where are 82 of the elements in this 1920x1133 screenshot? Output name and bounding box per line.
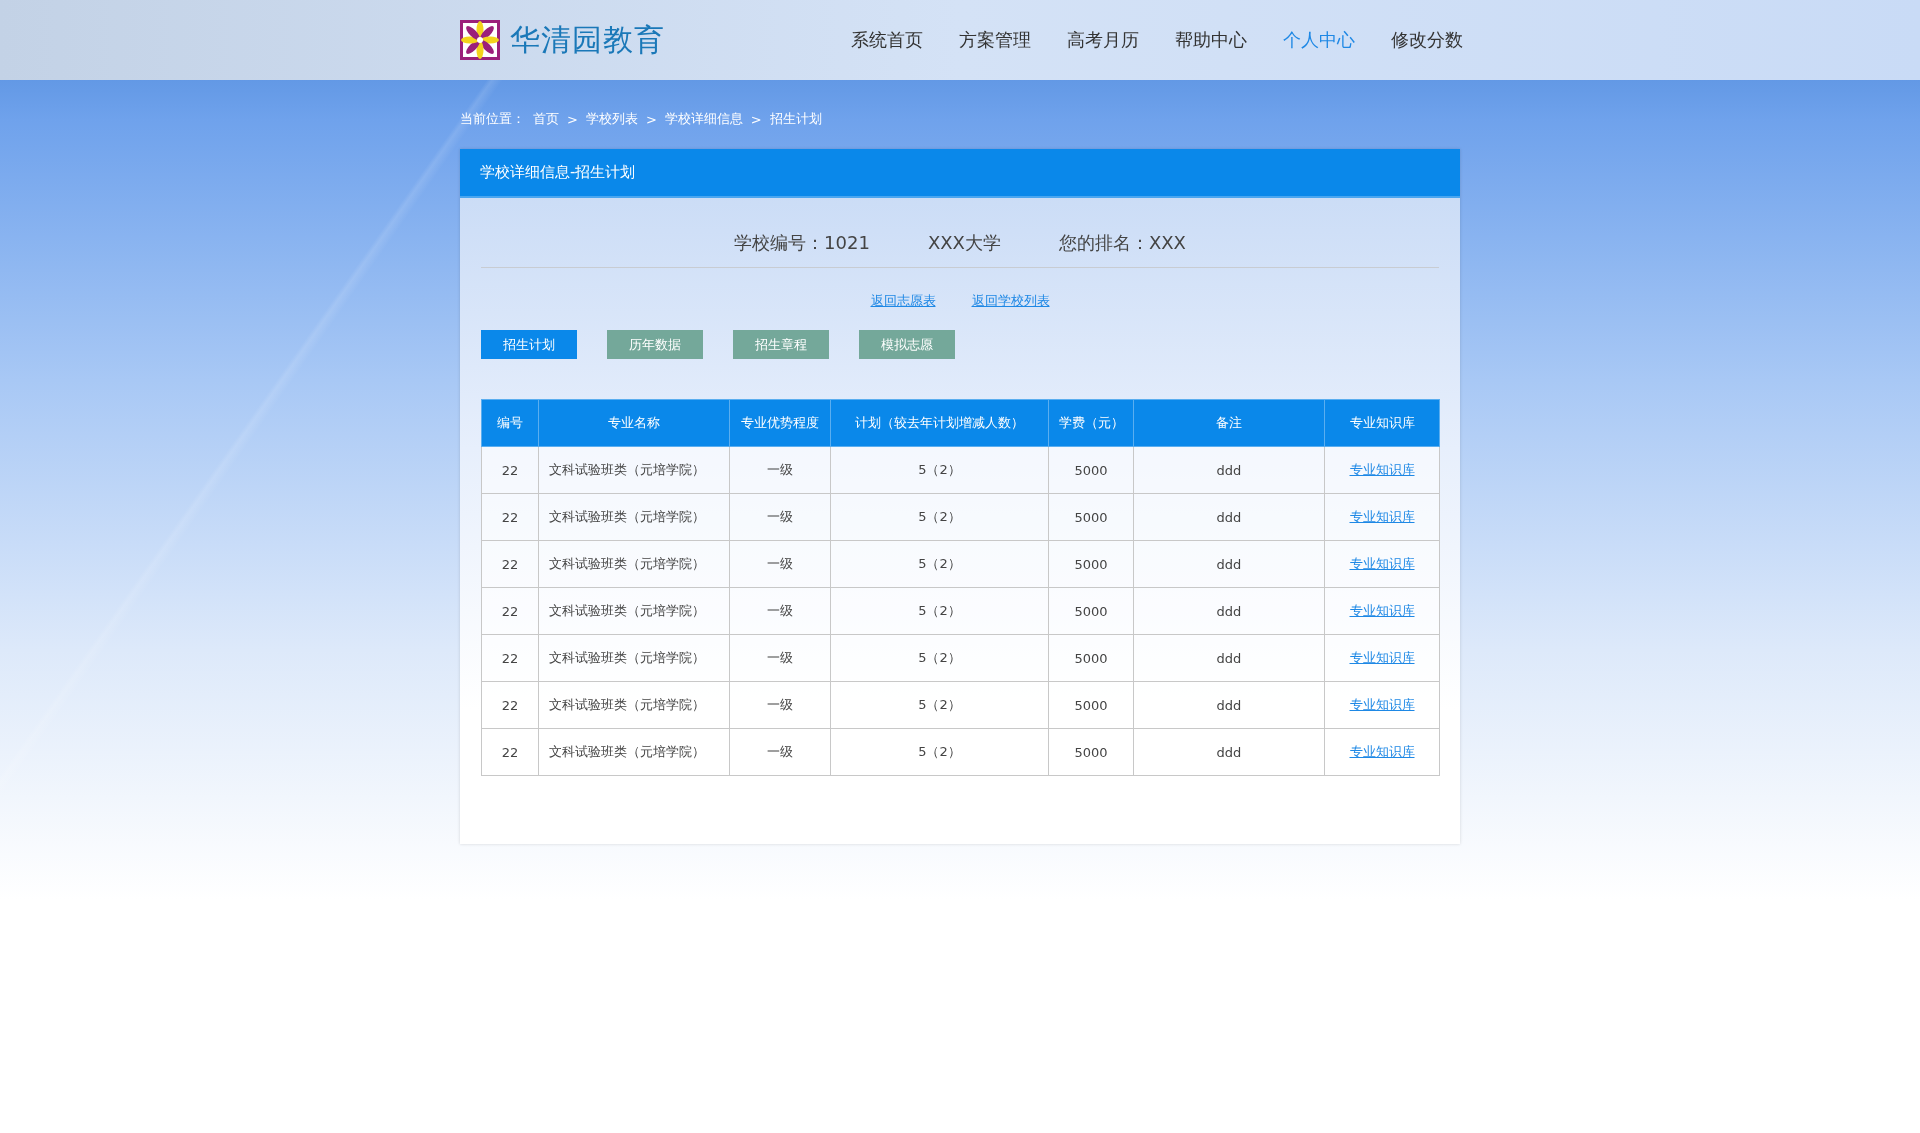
school-info-text: XXX大学 bbox=[927, 231, 1001, 255]
knowledge-base-link[interactable]: 专业知识库 bbox=[1349, 697, 1415, 712]
table-cell: ddd bbox=[1133, 728, 1325, 776]
back-link[interactable]: 返回学校列表 bbox=[971, 292, 1050, 310]
table-cell: 文科试验班类（元培学院） bbox=[538, 540, 730, 588]
table-cell: 一级 bbox=[729, 728, 831, 776]
table-cell: 22 bbox=[481, 728, 539, 776]
table-cell: 5（2） bbox=[830, 540, 1049, 588]
nav-link[interactable]: 修改分数 bbox=[1391, 28, 1463, 52]
table-cell: 5（2） bbox=[830, 446, 1049, 494]
table-cell: 一级 bbox=[729, 540, 831, 588]
column-header: 专业名称 bbox=[538, 399, 730, 447]
school-info-text: 您的排名：XXX bbox=[1058, 231, 1186, 255]
nav-link[interactable]: 方案管理 bbox=[959, 28, 1031, 52]
table-cell: 5000 bbox=[1048, 540, 1134, 588]
column-header: 计划（较去年计划增减人数） bbox=[830, 399, 1049, 447]
table-cell: ddd bbox=[1133, 493, 1325, 541]
section-tab[interactable]: 历年数据 bbox=[607, 330, 703, 359]
breadcrumb-label: 当前位置： bbox=[460, 110, 525, 128]
brand-name: 华清园教育 bbox=[510, 20, 665, 59]
table-cell: 文科试验班类（元培学院） bbox=[538, 587, 730, 635]
breadcrumb-separator: > bbox=[567, 111, 578, 127]
table-cell: 22 bbox=[481, 493, 539, 541]
table-cell: 一级 bbox=[729, 446, 831, 494]
table-cell: 文科试验班类（元培学院） bbox=[538, 728, 730, 776]
table-cell: 5（2） bbox=[830, 634, 1049, 682]
nav-link[interactable]: 个人中心 bbox=[1283, 28, 1355, 52]
column-header: 编号 bbox=[481, 399, 539, 447]
flower-logo-icon bbox=[460, 20, 500, 60]
breadcrumb-link[interactable]: 学校列表 bbox=[585, 110, 638, 128]
breadcrumb-separator: > bbox=[750, 111, 762, 127]
knowledge-base-link[interactable]: 专业知识库 bbox=[1349, 462, 1415, 477]
table-cell: 5000 bbox=[1048, 728, 1134, 776]
table-cell: ddd bbox=[1133, 634, 1325, 682]
table-cell: 文科试验班类（元培学院） bbox=[538, 493, 730, 541]
knowledge-base-link[interactable]: 专业知识库 bbox=[1349, 744, 1415, 759]
nav-link[interactable]: 高考月历 bbox=[1067, 28, 1139, 52]
section-tab[interactable]: 招生章程 bbox=[733, 330, 829, 359]
breadcrumb-link[interactable]: 招生计划 bbox=[769, 110, 822, 128]
knowledge-base-link[interactable]: 专业知识库 bbox=[1349, 556, 1415, 571]
table-cell: 5（2） bbox=[830, 681, 1049, 729]
table-cell: 一级 bbox=[729, 634, 831, 682]
table-cell: ddd bbox=[1133, 540, 1325, 588]
table-cell: 5000 bbox=[1048, 681, 1134, 729]
panel-title: 学校详细信息-招生计划 bbox=[460, 149, 1460, 198]
table-cell: ddd bbox=[1133, 587, 1325, 635]
column-header: 备注 bbox=[1133, 399, 1325, 447]
breadcrumb-separator: > bbox=[645, 111, 657, 127]
table-cell: 22 bbox=[481, 446, 539, 494]
table-cell: 一级 bbox=[729, 587, 831, 635]
table-cell: 22 bbox=[481, 540, 539, 588]
column-header: 专业知识库 bbox=[1324, 399, 1440, 447]
breadcrumb-link[interactable]: 首页 bbox=[533, 110, 559, 128]
column-header: 专业优势程度 bbox=[729, 399, 831, 447]
table-cell: 5（2） bbox=[830, 587, 1049, 635]
table-cell: 5000 bbox=[1048, 634, 1134, 682]
table-cell: 文科试验班类（元培学院） bbox=[538, 681, 730, 729]
knowledge-base-link[interactable]: 专业知识库 bbox=[1349, 650, 1415, 665]
table-cell: 5000 bbox=[1048, 587, 1134, 635]
table-cell: 5（2） bbox=[830, 493, 1049, 541]
table-cell: 22 bbox=[481, 634, 539, 682]
breadcrumb-link[interactable]: 学校详细信息 bbox=[664, 110, 743, 128]
table-cell: 一级 bbox=[729, 493, 831, 541]
nav-link[interactable]: 系统首页 bbox=[851, 28, 923, 52]
table-cell: 文科试验班类（元培学院） bbox=[538, 446, 730, 494]
table-cell: 22 bbox=[481, 681, 539, 729]
section-tab[interactable]: 模拟志愿 bbox=[859, 330, 955, 359]
table-cell: 5000 bbox=[1048, 493, 1134, 541]
column-header: 学费（元） bbox=[1048, 399, 1134, 447]
table-cell: 5000 bbox=[1048, 446, 1134, 494]
school-info-text: 学校编号：1021 bbox=[734, 231, 870, 255]
back-link[interactable]: 返回志愿表 bbox=[870, 292, 936, 310]
table-cell: 一级 bbox=[729, 681, 831, 729]
table-cell: 5（2） bbox=[830, 728, 1049, 776]
knowledge-base-link[interactable]: 专业知识库 bbox=[1349, 603, 1415, 618]
knowledge-base-link[interactable]: 专业知识库 bbox=[1349, 509, 1415, 524]
section-tab[interactable]: 招生计划 bbox=[481, 330, 577, 359]
nav-link[interactable]: 帮助中心 bbox=[1175, 28, 1247, 52]
table-cell: ddd bbox=[1133, 446, 1325, 494]
table-cell: 22 bbox=[481, 587, 539, 635]
table-cell: ddd bbox=[1133, 681, 1325, 729]
table-cell: 文科试验班类（元培学院） bbox=[538, 634, 730, 682]
